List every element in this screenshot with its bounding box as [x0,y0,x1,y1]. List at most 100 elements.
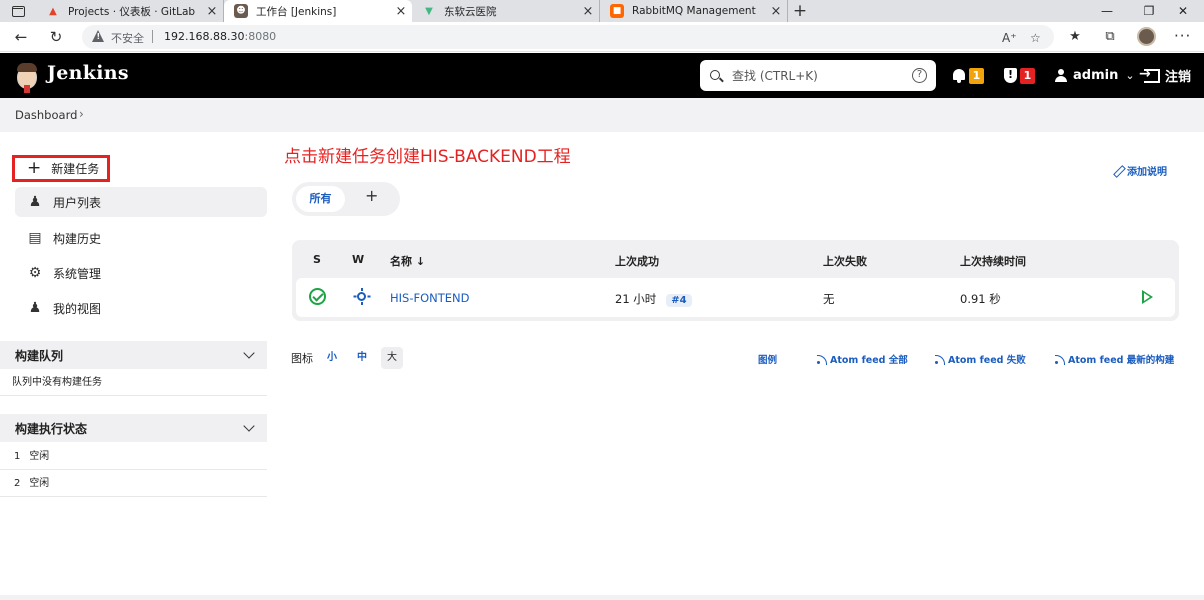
security-badge: 1 [1020,67,1035,84]
notifications-button[interactable]: 1 [952,66,984,85]
sidebar-item-label: 用户列表 [53,195,102,210]
tab-all[interactable]: 所有 [296,186,345,212]
run-build-icon[interactable] [1142,290,1153,304]
search-input[interactable] [732,66,902,85]
sidebar-item-my-views[interactable]: ♟ 我的视图 [15,293,267,323]
jenkins-icon: ☻ [234,4,248,18]
column-header-last-failure[interactable]: 上次失败 [823,253,867,269]
chevron-down-icon[interactable]: ⌄ [1125,69,1134,82]
browser-tab-strip: ▲ Projects · 仪表板 · GitLab × ☻ 工作台 [Jenki… [0,0,1204,22]
people-icon: ♟ [28,194,42,210]
close-icon[interactable]: × [765,4,787,19]
more-options-icon[interactable]: ··· [1174,27,1191,45]
sidebar-item-label: 构建历史 [53,231,102,246]
sidebar-item-manage-jenkins[interactable]: ⚙ 系统管理 [15,258,267,288]
tab-title: RabbitMQ Management [632,5,756,17]
close-icon[interactable]: × [577,4,599,19]
history-icon: ▤ [28,230,42,246]
address-bar[interactable]: 不安全 192.168.88.30:8080 A⁺ ☆ [82,25,1054,49]
build-link[interactable]: #4 [666,294,692,307]
reload-button[interactable]: ↻ [45,27,67,47]
job-link[interactable]: HIS-FONTEND [390,291,470,305]
atom-feed-latest-link[interactable]: Atom feed 最新的构建 [1055,352,1174,366]
sunny-weather-icon [353,288,370,305]
column-header-name[interactable]: 名称 ↓ [390,253,425,269]
browser-tab-jenkins[interactable]: ☻ 工作台 [Jenkins] × [224,0,412,22]
icon-size-small[interactable]: 小 [321,347,343,369]
help-icon[interactable]: ? [912,68,927,83]
column-header-weather[interactable]: W [352,253,364,266]
pencil-icon [1113,166,1123,176]
sidebar-item-label: 新建任务 [51,162,100,176]
security-label[interactable]: 不安全 [111,30,144,46]
executor-number: 1 [14,451,21,462]
collections-icon[interactable]: ⧉ [1101,28,1119,46]
close-icon[interactable]: × [201,4,223,19]
column-header-last-duration[interactable]: 上次持续时间 [960,253,1026,269]
executors-header[interactable]: 构建执行状态 [0,414,267,442]
back-button[interactable]: ← [10,27,32,47]
profile-avatar[interactable] [1137,27,1156,46]
tab-actions-menu-icon[interactable] [6,3,30,19]
success-icon [309,288,326,305]
search-icon [710,70,720,80]
bell-icon [952,68,966,83]
sidebar-item-new-job[interactable]: + 新建任务 [12,155,110,182]
security-alerts-button[interactable]: 1 [1004,66,1035,85]
icon-size-label: 图标 [291,352,313,365]
legend-link[interactable]: 图例 [758,352,777,366]
jenkins-logo-icon[interactable] [14,60,40,93]
atom-feed-failed-link[interactable]: Atom feed 失败 [935,352,1026,366]
browser-tab-gitlab[interactable]: ▲ Projects · 仪表板 · GitLab × [36,0,224,22]
sidebar-item-build-history[interactable]: ▤ 构建历史 [15,223,267,253]
add-favorite-icon[interactable]: ☆ [1030,31,1041,45]
chevron-right-icon[interactable]: › [79,107,84,121]
chevron-down-icon[interactable] [243,420,255,432]
view-tabs: 所有 + [292,182,400,216]
close-icon[interactable]: × [390,4,412,19]
last-success-cell: 21 小时 #4 [615,291,692,307]
close-window-button[interactable]: ✕ [1162,0,1204,22]
brand-title[interactable]: Jenkins [47,62,129,84]
footer-strip [0,595,1204,600]
rss-icon [817,354,827,365]
logout-button[interactable]: 注销 [1139,66,1192,86]
build-queue-header[interactable]: 构建队列 [0,341,267,369]
warning-icon[interactable] [92,30,105,43]
rabbitmq-icon: ■ [610,4,624,18]
gitlab-icon: ▲ [49,5,57,17]
icon-size-large[interactable]: 大 [381,347,403,369]
sidebar-item-users[interactable]: ♟ 用户列表 [15,187,267,217]
browser-tab-hospital[interactable]: ▼ 东软云医院 × [412,0,600,22]
add-description-link[interactable]: 添加说明 [1113,163,1167,178]
new-tab-button[interactable]: + [789,1,811,21]
add-view-button[interactable]: + [365,186,378,205]
instruction-annotation: 点击新建任务创建HIS-BACKEND工程 [284,147,571,167]
breadcrumb: Dashboard › [0,98,1204,132]
breadcrumb-dashboard[interactable]: Dashboard [15,108,77,122]
executor-number: 2 [14,478,21,489]
notifications-badge: 1 [969,67,984,84]
browser-tab-rabbitmq[interactable]: ■ RabbitMQ Management × [600,0,788,22]
jenkins-header: Jenkins ? 1 1 admin ⌄ 注销 [0,53,1204,98]
icon-size-medium[interactable]: 中 [351,347,373,369]
minimize-window-button[interactable]: — [1086,0,1128,22]
divider [152,30,153,43]
user-menu[interactable]: admin ⌄ [1054,66,1135,85]
column-header-status[interactable]: S [313,253,321,266]
build-queue-empty: 队列中没有构建任务 [0,369,267,396]
read-aloud-icon[interactable]: A⁺ [1002,31,1017,45]
people-icon: ♟ [28,300,42,316]
url-text[interactable]: 192.168.88.30:8080 [164,30,276,43]
chevron-down-icon[interactable] [243,347,255,359]
executor-row: 1 空闲 [0,443,267,470]
logout-label: 注销 [1165,70,1192,85]
last-duration-cell: 0.91 秒 [960,292,1001,306]
plus-icon: + [27,158,42,178]
build-queue-title: 构建队列 [15,348,64,363]
favorites-icon[interactable]: ★ [1066,28,1084,46]
column-header-last-success[interactable]: 上次成功 [615,253,659,269]
empty-text: 队列中没有构建任务 [12,377,102,388]
executor-status: 空闲 [29,478,50,489]
atom-feed-all-link[interactable]: Atom feed 全部 [817,352,908,366]
